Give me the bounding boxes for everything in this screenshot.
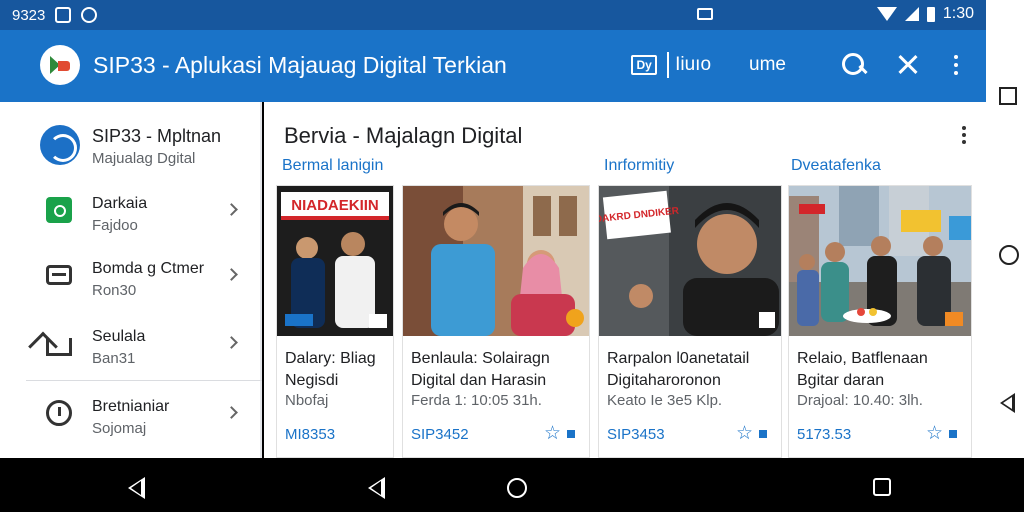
thumbnail-image: DAKRD DNDIKER	[599, 186, 781, 336]
card-thumbnail[interactable]: DAKRD DNDIKER	[599, 186, 781, 336]
drawer-item-seulala[interactable]: Seulala Ban31	[26, 312, 262, 380]
card-title[interactable]: Dalary: Bliag Negisdi	[285, 348, 395, 392]
drawer-item-title: Bomda g Ctmer	[92, 260, 205, 277]
tag-icon[interactable]	[949, 430, 957, 438]
status-bar: 9323 1:30	[0, 0, 986, 30]
action-divider	[667, 52, 670, 78]
card-code: SIP3453	[607, 426, 665, 443]
drawer-profile[interactable]: SIP33 - Mpltnan Majualag Dgital	[0, 114, 262, 182]
profile-subtitle: Majualag Dgital	[92, 150, 196, 167]
tab-category-2[interactable]: Inrformitiy	[604, 157, 674, 175]
tab-category-3[interactable]: Dveatafenka	[791, 157, 881, 175]
card-code: MI8353	[285, 426, 336, 443]
drawer-item-subtitle: Sojomaj	[92, 420, 147, 437]
home-circle-icon[interactable]	[507, 478, 527, 498]
news-card[interactable]: Relaio, Batflenaan Bgitar daran Drajoal:…	[788, 185, 972, 458]
profile-name: SIP33 - Mpltnan	[92, 126, 222, 146]
thumbnail-image	[403, 186, 589, 336]
page-title: Bervia - Majalagn Digital	[284, 123, 523, 148]
chevron-right-icon	[225, 406, 238, 419]
clock: 1:30	[942, 5, 974, 22]
card-icon	[46, 265, 72, 285]
app-bar: SIP33 - Aplukasi Majauag Digital Terkian…	[0, 30, 986, 102]
recents-square-icon[interactable]	[873, 478, 891, 496]
chevron-right-icon	[225, 336, 238, 349]
action-two-link[interactable]: ume	[749, 54, 786, 76]
more-vert-icon[interactable]	[962, 126, 966, 144]
card-code: SIP3452	[411, 426, 469, 443]
thumbnail-image: NIADAEKIIN	[277, 186, 393, 336]
back-triangle-icon[interactable]	[368, 477, 385, 499]
cast-icon	[697, 8, 713, 20]
card-meta: Nbofaj	[285, 392, 329, 409]
recents-square-icon[interactable]	[999, 87, 1017, 105]
back-triangle-icon[interactable]	[1000, 393, 1015, 413]
app-title: SIP33 - Aplukasi Majauag Digital Terkian	[93, 52, 507, 78]
thumbnail-badge-text: NIADAEKIIN	[291, 197, 379, 214]
signal-icon	[904, 7, 919, 21]
drawer-item-darkaia[interactable]: Darkaia Fajdoo	[26, 179, 262, 247]
navigation-drawer: SIP33 - Mpltnan Majualag Dgital Darkaia …	[0, 102, 262, 458]
status-left-text: 9323	[12, 6, 46, 24]
notification-icon	[55, 7, 72, 23]
more-vert-icon[interactable]	[946, 49, 966, 81]
search-icon[interactable]	[838, 49, 870, 81]
thumbnail-image	[789, 186, 971, 336]
avatar[interactable]	[40, 125, 80, 165]
home-circle-icon[interactable]	[999, 245, 1019, 265]
chevron-right-icon	[225, 268, 238, 281]
drawer-item-subtitle: Ron30	[92, 282, 137, 299]
news-card[interactable]: NIADAEKIIN Dalary: Bliag Negisdi Nbofaj …	[276, 185, 394, 458]
drawer-item-bomda[interactable]: Bomda g Ctmer Ron30	[26, 244, 262, 312]
bookmark-star-icon[interactable]: ☆	[926, 424, 943, 443]
news-card[interactable]: Benlaula: Solairagn Digital dan Harasin …	[402, 185, 590, 458]
action-one-link[interactable]: Iiuıo	[675, 54, 711, 76]
home-icon	[46, 338, 72, 356]
brand-mark-icon[interactable]: Dy	[631, 55, 658, 75]
drawer-divider	[26, 380, 262, 381]
card-meta: Drajoal: 10.40: 3lh.	[797, 392, 923, 409]
tag-icon[interactable]	[759, 430, 767, 438]
bag-icon	[46, 197, 72, 223]
drawer-item-title: Bretnianiar	[92, 398, 170, 415]
card-thumbnail[interactable]	[403, 186, 589, 336]
card-meta: Keato Ie 3e5 Klp.	[607, 392, 723, 409]
news-card[interactable]: DAKRD DNDIKER Rarpalon l0anetatail Digit…	[598, 185, 782, 458]
status-right: 1:30	[876, 5, 974, 23]
tag-icon[interactable]	[567, 430, 575, 438]
card-title[interactable]: Relaio, Batflenaan Bgitar daran	[797, 348, 970, 392]
card-thumbnail[interactable]: NIADAEKIIN	[277, 186, 393, 336]
bookmark-star-icon[interactable]: ☆	[736, 424, 753, 443]
card-code: 5173.53	[797, 426, 852, 443]
bookmark-star-icon[interactable]: ☆	[544, 424, 561, 443]
card-thumbnail[interactable]	[789, 186, 971, 336]
card-title[interactable]: Benlaula: Solairagn Digital dan Harasin	[411, 348, 588, 392]
clock-icon	[46, 400, 72, 426]
drawer-item-title: Darkaia	[92, 195, 148, 212]
app-actions: Dy Iiuıo ume	[631, 48, 966, 82]
app-logo-icon[interactable]	[40, 45, 80, 85]
drawer-item-subtitle: Ban31	[92, 350, 136, 367]
back-triangle-icon[interactable]	[128, 477, 145, 499]
card-meta: Ferda 1: 10:05 31h.	[411, 392, 542, 409]
tab-category-1[interactable]: Bermal lanigin	[282, 157, 383, 175]
drawer-item-bretnianiar[interactable]: Bretnianiar Sojomaj	[26, 382, 262, 450]
drawer-item-subtitle: Fajdoo	[92, 217, 138, 234]
main-content: Bervia - Majalagn Digital Bermal lanigin…	[264, 102, 986, 458]
status-left: 9323	[12, 6, 98, 24]
battery-icon	[926, 6, 935, 22]
tools-icon[interactable]	[892, 49, 924, 81]
system-nav-right	[986, 0, 1024, 458]
wifi-icon	[876, 7, 897, 21]
chevron-right-icon	[225, 203, 238, 216]
card-title[interactable]: Rarpalon l0anetatail Digitaharoronon	[607, 348, 780, 392]
sync-icon	[81, 7, 98, 23]
drawer-item-title: Seulala	[92, 328, 146, 345]
